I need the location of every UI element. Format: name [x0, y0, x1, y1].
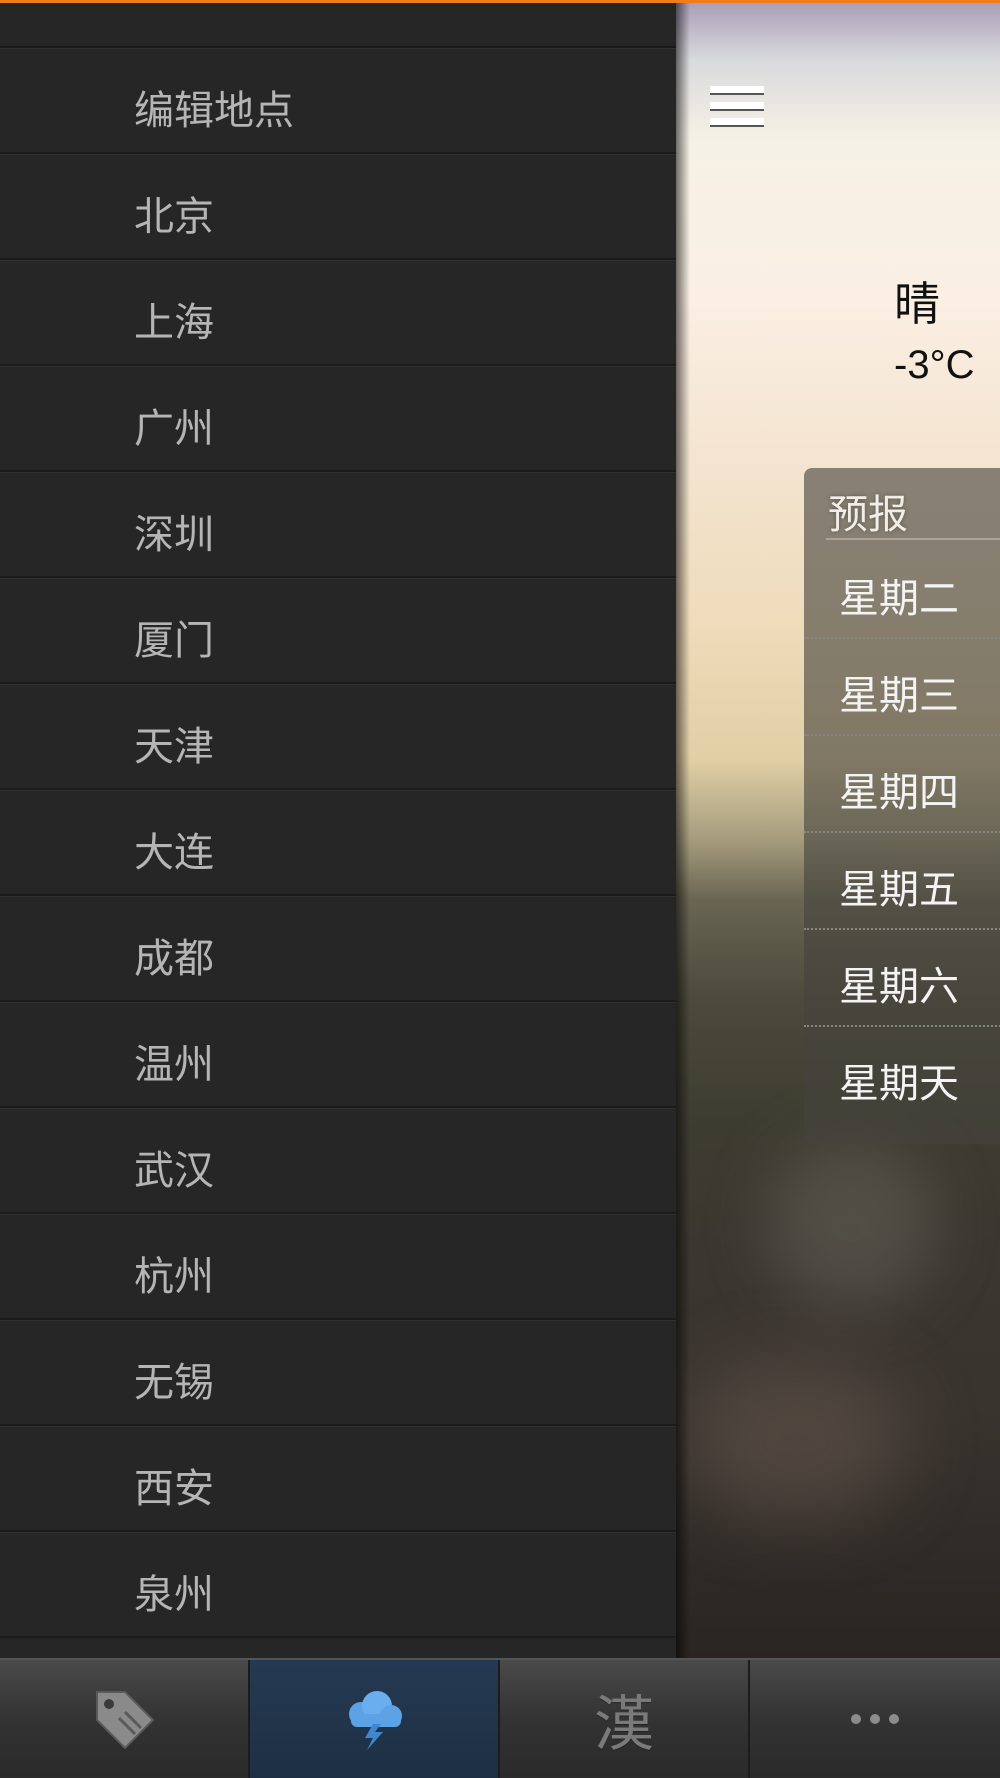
- sidebar-item-wuxi[interactable]: 无锡: [0, 1320, 676, 1426]
- sidebar-item-label: 厦门: [134, 618, 214, 664]
- sidebar-item-edit-locations[interactable]: 编辑地点: [0, 48, 676, 154]
- forecast-day[interactable]: 星期二: [804, 542, 1000, 639]
- storm-cloud-icon: [349, 1691, 402, 1750]
- tag-icon: [96, 1691, 155, 1750]
- forecast-day-label: 星期二: [839, 576, 959, 622]
- forecast-day-label: 星期三: [839, 673, 959, 719]
- city-sidebar: 编辑地点 北京 上海 广州 深圳 厦门 天津 大连 成都 温州 武汉 杭州 无锡…: [0, 0, 676, 1658]
- sidebar-item-label: 武汉: [134, 1148, 214, 1194]
- sidebar-item-xian[interactable]: 西安: [0, 1426, 676, 1532]
- sidebar-item-label: 成都: [134, 936, 214, 982]
- sidebar-item-tianjin[interactable]: 天津: [0, 684, 676, 790]
- forecast-title: 预报: [828, 492, 908, 538]
- forecast-day-label: 星期六: [839, 964, 959, 1010]
- sidebar-item-label: 天津: [134, 724, 214, 770]
- weather-panel: 晴 -3°C 预报 星期二 星期三 星期四 星期五 星期六 星期天: [676, 0, 1000, 1658]
- forecast-day[interactable]: 星期四: [804, 736, 1000, 833]
- background-blur: [766, 1140, 936, 1310]
- bottom-tab-bar: 漢: [0, 1658, 1000, 1778]
- sidebar-item-beijing[interactable]: 北京: [0, 154, 676, 260]
- sidebar-item-label: 大连: [134, 830, 214, 876]
- sidebar-item-chengdu[interactable]: 成都: [0, 896, 676, 1002]
- forecast-day-label: 星期天: [839, 1061, 959, 1107]
- sidebar-item-label: 杭州: [134, 1254, 214, 1300]
- tab-tags[interactable]: [0, 1660, 250, 1778]
- sidebar-item-dalian[interactable]: 大连: [0, 790, 676, 896]
- tab-weather[interactable]: [250, 1660, 500, 1778]
- forecast-day-label: 星期五: [839, 867, 959, 913]
- sidebar-item-quanzhou[interactable]: 泉州: [0, 1532, 676, 1638]
- background-blur: [686, 1360, 906, 1520]
- sidebar-item-label: 西安: [134, 1466, 214, 1512]
- tab-more[interactable]: [750, 1660, 1000, 1778]
- forecast-day[interactable]: 星期天: [804, 1027, 1000, 1124]
- more-icon: [851, 1714, 899, 1724]
- forecast-divider: [826, 538, 1000, 540]
- panel-edge-shadow: [676, 0, 690, 1658]
- forecast-day-label: 星期四: [839, 770, 959, 816]
- sidebar-item-shanghai[interactable]: 上海: [0, 260, 676, 366]
- forecast-list: 星期二 星期三 星期四 星期五 星期六 星期天: [804, 542, 1000, 1124]
- sidebar-item-label: 北京: [134, 194, 214, 240]
- sidebar-item-label: 温州: [134, 1042, 214, 1088]
- sidebar-item-label: 无锡: [134, 1360, 214, 1406]
- current-temperature: -3°C: [894, 343, 975, 387]
- sidebar-item-guangzhou[interactable]: 广州: [0, 366, 676, 472]
- tab-han-label: 漢: [594, 1689, 654, 1760]
- sidebar-item-xiamen[interactable]: 厦门: [0, 578, 676, 684]
- sidebar-item-label: 深圳: [134, 512, 214, 558]
- sidebar-item-wenzhou[interactable]: 温州: [0, 1002, 676, 1108]
- sidebar-item-label: 上海: [134, 300, 214, 346]
- sidebar-item-wuhan[interactable]: 武汉: [0, 1108, 676, 1214]
- sidebar-item-hangzhou[interactable]: 杭州: [0, 1214, 676, 1320]
- forecast-day[interactable]: 星期五: [804, 833, 1000, 930]
- sidebar-item-shenzhen[interactable]: 深圳: [0, 472, 676, 578]
- sidebar-top-band: [0, 0, 676, 48]
- sidebar-item-label: 泉州: [134, 1572, 214, 1618]
- forecast-day[interactable]: 星期六: [804, 930, 1000, 1027]
- top-accent-bar: [0, 0, 1000, 3]
- sidebar-item-label: 广州: [134, 406, 214, 452]
- forecast-day[interactable]: 星期三: [804, 639, 1000, 736]
- tab-han[interactable]: 漢: [500, 1660, 750, 1778]
- forecast-panel: 预报 星期二 星期三 星期四 星期五 星期六 星期天: [804, 468, 1000, 1144]
- weather-condition: 晴: [894, 277, 940, 331]
- sidebar-item-label: 编辑地点: [134, 88, 294, 134]
- menu-icon[interactable]: [708, 82, 768, 130]
